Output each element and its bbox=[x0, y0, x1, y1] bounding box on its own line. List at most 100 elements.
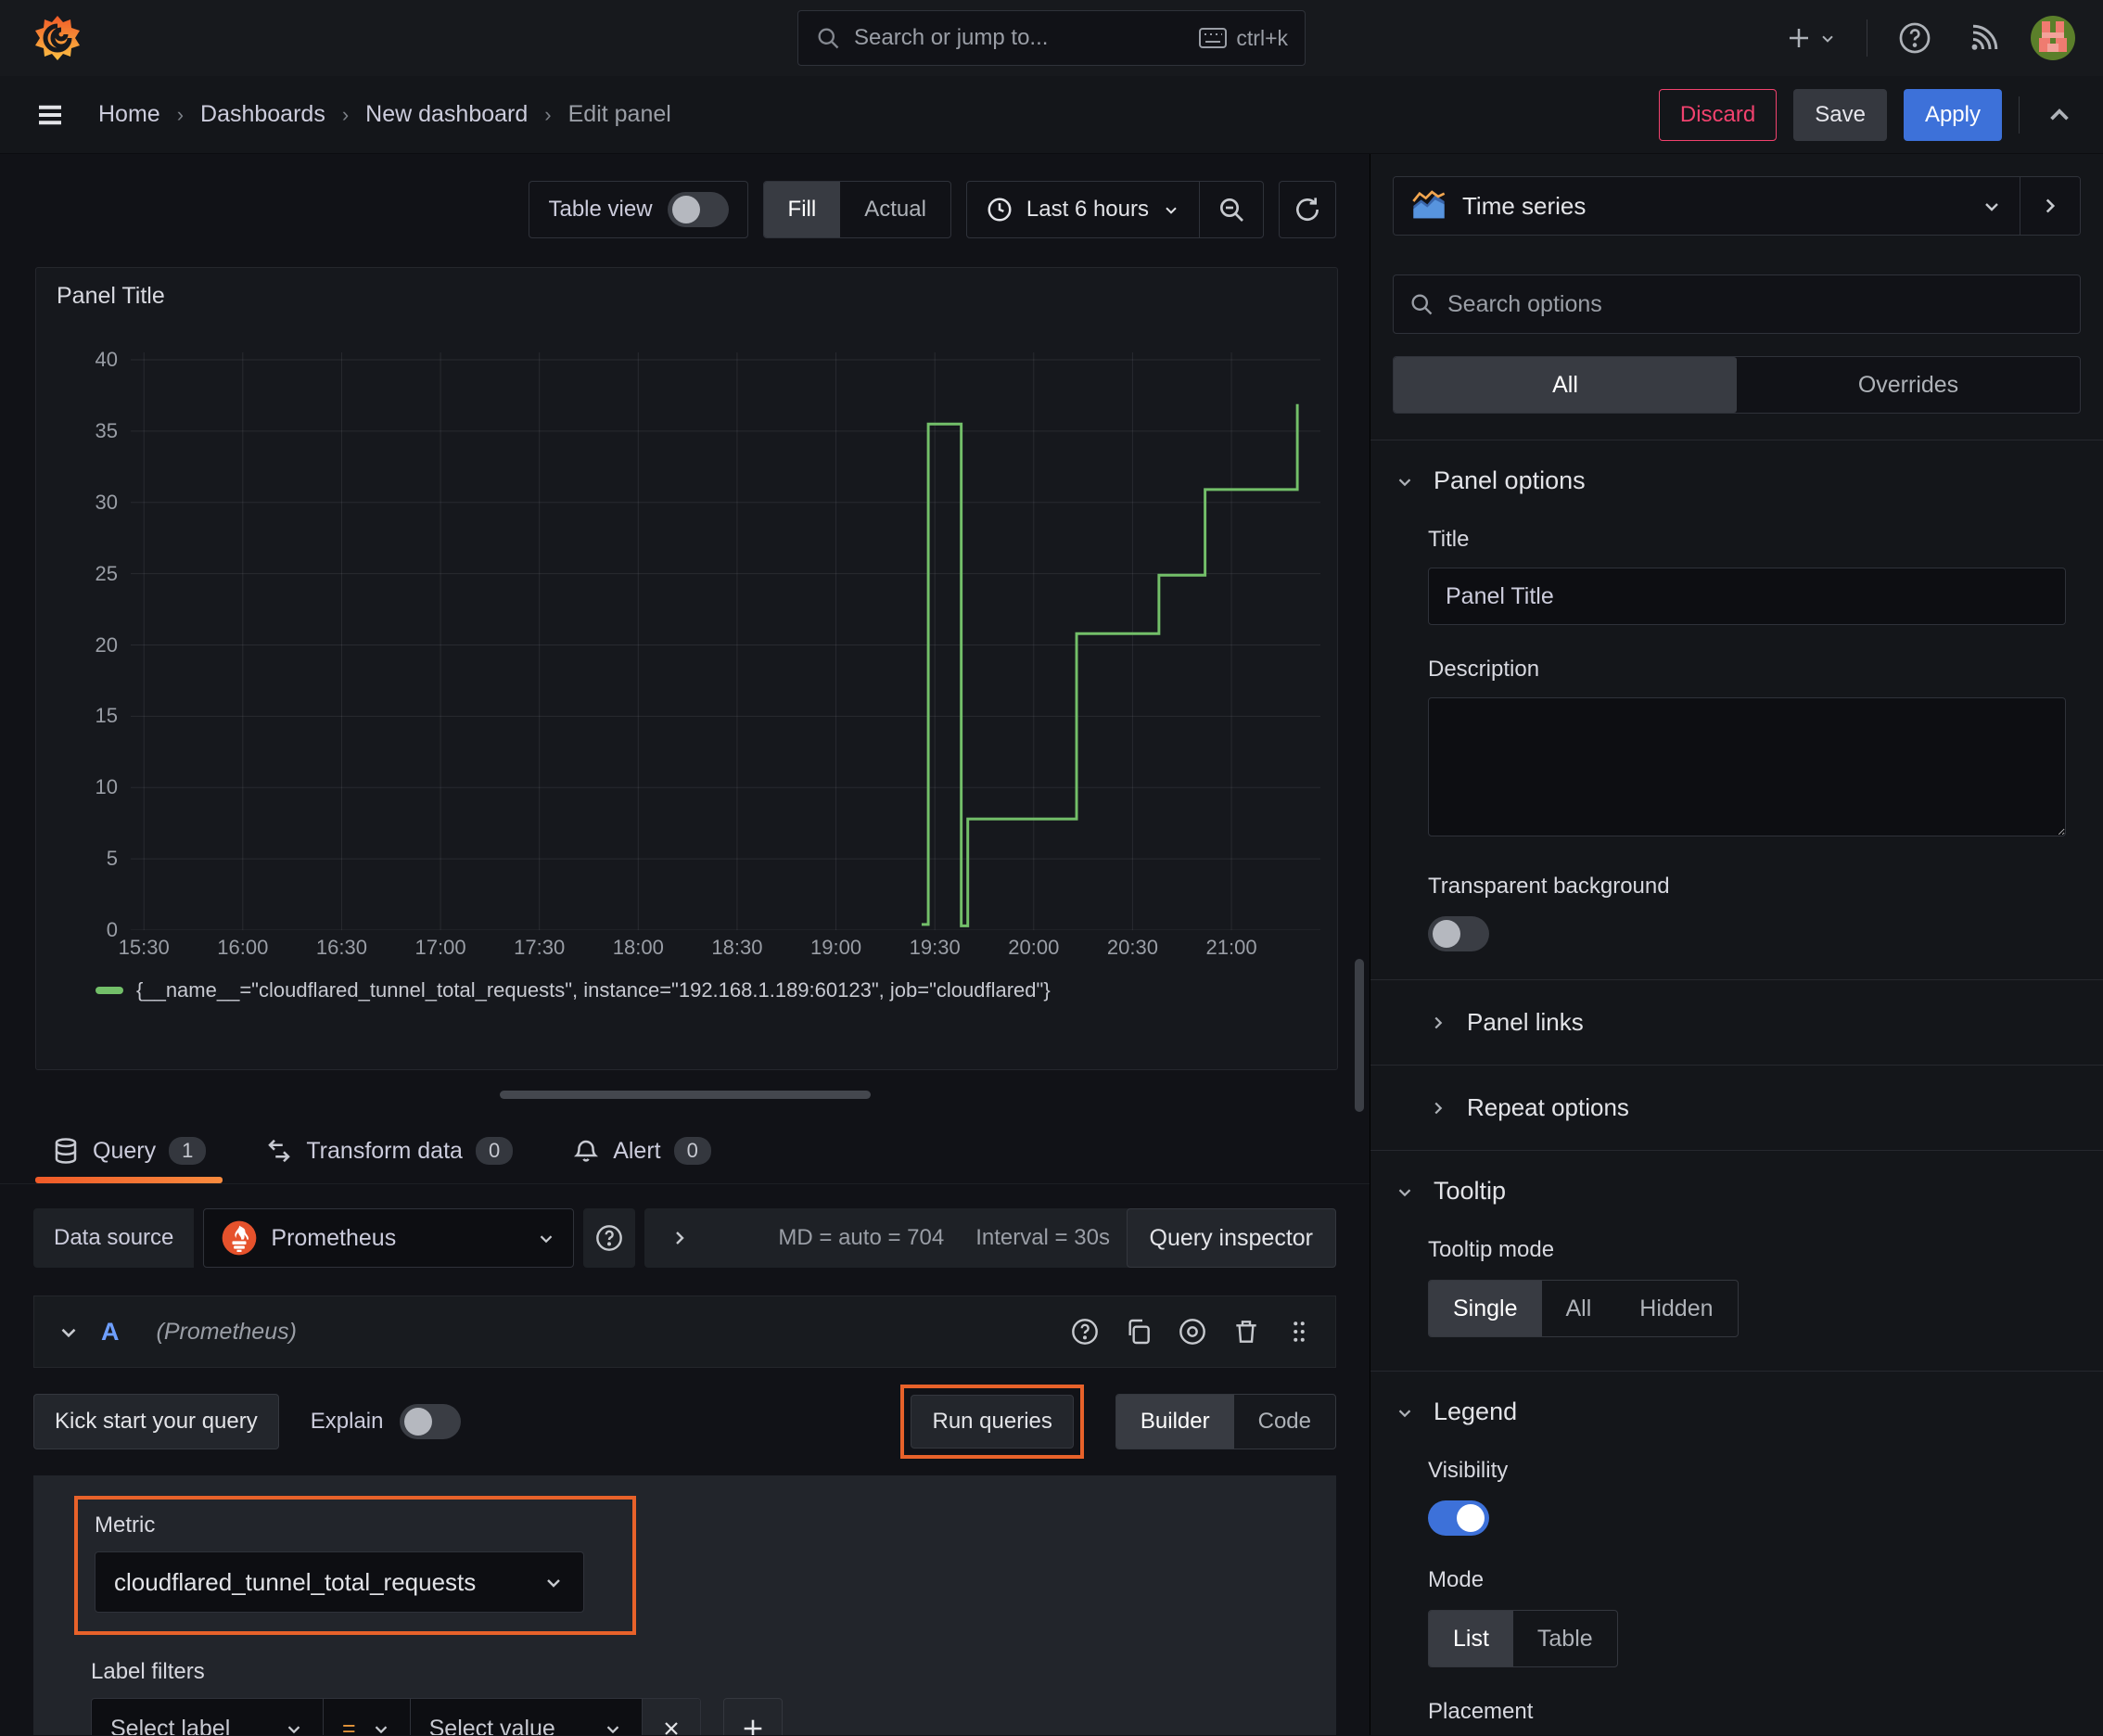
query-row-header[interactable]: A (Prometheus) bbox=[33, 1296, 1336, 1368]
chevron-right-icon: › bbox=[176, 102, 185, 126]
remove-filter-button[interactable] bbox=[642, 1699, 700, 1735]
tooltip-hidden-option[interactable]: Hidden bbox=[1615, 1281, 1737, 1336]
datasource-select[interactable]: Prometheus bbox=[203, 1208, 575, 1268]
news-button[interactable] bbox=[1962, 16, 2007, 60]
chevron-right-icon bbox=[1434, 1016, 1443, 1028]
repeat-options-section-header[interactable]: Repeat options bbox=[1370, 1065, 2103, 1151]
series-label[interactable]: {__name__="cloudflared_tunnel_total_requ… bbox=[136, 978, 1051, 1002]
chevron-down-icon bbox=[1398, 478, 1411, 486]
search-icon bbox=[1411, 294, 1433, 315]
panel-toolbar: Table view Fill Actual Last 6 hours bbox=[0, 154, 1370, 243]
table-view-toggle[interactable] bbox=[667, 192, 729, 227]
chart-legend[interactable]: {__name__="cloudflared_tunnel_total_requ… bbox=[96, 978, 1337, 1002]
tab-transform-data[interactable]: Transform data 0 bbox=[265, 1137, 514, 1183]
query-help-icon[interactable] bbox=[1070, 1317, 1100, 1347]
time-picker: Last 6 hours bbox=[965, 181, 1264, 238]
query-toolbar: Kick start your query Explain Run querie… bbox=[33, 1368, 1336, 1475]
tooltip-all-option[interactable]: All bbox=[1542, 1281, 1616, 1336]
y-tick-label: 20 bbox=[95, 632, 118, 657]
save-button[interactable]: Save bbox=[1793, 88, 1887, 141]
panel-links-section-header[interactable]: Panel links bbox=[1370, 979, 2103, 1065]
disable-query-icon[interactable] bbox=[1178, 1317, 1207, 1347]
tab-query[interactable]: Query 1 bbox=[34, 1137, 223, 1183]
help-button[interactable] bbox=[1892, 15, 1938, 61]
duplicate-query-icon[interactable] bbox=[1124, 1317, 1153, 1347]
user-avatar[interactable] bbox=[2031, 16, 2075, 60]
datasource-row: Data source Prometheus MD = auto = 704 I… bbox=[33, 1208, 1336, 1268]
x-tick-label: 19:00 bbox=[810, 936, 862, 959]
run-queries-button[interactable]: Run queries bbox=[911, 1395, 1074, 1449]
legend-mode-list[interactable]: List bbox=[1429, 1611, 1513, 1666]
apply-button[interactable]: Apply bbox=[1903, 88, 2002, 141]
grafana-logo-icon[interactable] bbox=[33, 14, 82, 62]
close-icon bbox=[664, 1722, 678, 1735]
builder-option[interactable]: Builder bbox=[1115, 1395, 1234, 1449]
breadcrumb-new-dashboard[interactable]: New dashboard bbox=[365, 101, 528, 128]
editor-tabs: Query 1 Transform data 0 Alert 0 bbox=[0, 1099, 1370, 1184]
time-range-button[interactable]: Last 6 hours bbox=[967, 182, 1199, 237]
panel-description-textarea[interactable] bbox=[1428, 697, 2066, 836]
bell-icon bbox=[574, 1140, 599, 1162]
datasource-name: Prometheus bbox=[271, 1224, 397, 1251]
collapse-options-button[interactable] bbox=[2044, 99, 2075, 131]
pane-resize-handle[interactable] bbox=[499, 1091, 871, 1099]
tab-alert[interactable]: Alert 0 bbox=[572, 1137, 711, 1183]
legend-mode-control: List Table bbox=[1428, 1610, 1618, 1667]
transparent-bg-toggle[interactable] bbox=[1428, 916, 1489, 951]
options-search-input[interactable] bbox=[1447, 290, 2065, 318]
tooltip-single-option[interactable]: Single bbox=[1429, 1281, 1542, 1336]
max-data-points: MD = auto = 704 bbox=[778, 1225, 945, 1250]
refresh-button[interactable] bbox=[1279, 181, 1336, 238]
y-tick-label: 40 bbox=[95, 348, 118, 371]
visualization-picker[interactable]: Time series bbox=[1394, 177, 2020, 235]
plot-area[interactable] bbox=[131, 351, 1320, 930]
query-inspector-button[interactable]: Query inspector bbox=[1126, 1208, 1336, 1268]
breadcrumb-dashboards[interactable]: Dashboards bbox=[200, 101, 325, 128]
x-tick-label: 16:30 bbox=[315, 936, 367, 959]
drag-handle-icon[interactable] bbox=[1285, 1318, 1313, 1346]
discard-button[interactable]: Discard bbox=[1658, 88, 1778, 141]
viz-suggestions-button[interactable] bbox=[2020, 177, 2080, 235]
breadcrumb-home[interactable]: Home bbox=[98, 101, 160, 128]
query-ref-id: A bbox=[101, 1317, 120, 1346]
plus-icon bbox=[1790, 29, 1808, 47]
tooltip-section-header[interactable]: Tooltip bbox=[1370, 1151, 2103, 1206]
global-search-input[interactable]: Search or jump to... ctrl+k bbox=[797, 10, 1306, 66]
builder-code-group: Builder Code bbox=[1115, 1394, 1336, 1449]
select-label-dropdown[interactable]: Select label bbox=[92, 1699, 324, 1735]
actual-option[interactable]: Actual bbox=[840, 182, 950, 237]
panel-title-input[interactable] bbox=[1428, 568, 2066, 625]
delete-query-icon[interactable] bbox=[1231, 1317, 1261, 1347]
search-placeholder: Search or jump to... bbox=[854, 25, 1049, 50]
visualization-panel[interactable]: Panel Title 0 5 10 15 20 25 30 35 40 15:30 16:00 1… bbox=[35, 267, 1338, 1070]
scrollbar-thumb[interactable] bbox=[1355, 959, 1364, 1112]
chevron-up-icon bbox=[2050, 108, 2069, 121]
explain-toggle[interactable] bbox=[400, 1404, 462, 1439]
chevron-down-icon bbox=[1822, 35, 1833, 43]
chevron-right-icon[interactable] bbox=[669, 1227, 691, 1249]
y-tick-label: 35 bbox=[95, 418, 118, 442]
timeseries-viz-icon bbox=[1412, 190, 1446, 219]
options-search[interactable] bbox=[1393, 274, 2081, 334]
datasource-help-button[interactable] bbox=[583, 1208, 636, 1268]
chevron-down-icon bbox=[1398, 1409, 1411, 1417]
kick-start-button[interactable]: Kick start your query bbox=[33, 1394, 279, 1449]
mega-menu-button[interactable] bbox=[28, 93, 72, 137]
clock-icon bbox=[988, 198, 1012, 222]
add-filter-button[interactable] bbox=[722, 1698, 783, 1735]
select-value-dropdown[interactable]: Select value bbox=[411, 1699, 643, 1735]
legend-mode-table[interactable]: Table bbox=[1513, 1611, 1617, 1666]
code-option[interactable]: Code bbox=[1234, 1395, 1335, 1449]
operator-dropdown[interactable]: = bbox=[324, 1699, 411, 1735]
chevron-down-icon[interactable] bbox=[57, 1320, 81, 1344]
tab-overrides[interactable]: Overrides bbox=[1737, 357, 2080, 413]
x-axis: 15:30 16:00 16:30 17:00 17:30 18:00 18:30 19:00… bbox=[119, 936, 1320, 969]
tab-all-options[interactable]: All bbox=[1394, 357, 1737, 413]
legend-section-header[interactable]: Legend bbox=[1370, 1372, 2103, 1426]
add-new-button[interactable] bbox=[1779, 19, 1842, 57]
legend-visibility-toggle[interactable] bbox=[1428, 1500, 1489, 1536]
fill-option[interactable]: Fill bbox=[763, 182, 841, 237]
metric-select[interactable]: cloudflared_tunnel_total_requests bbox=[95, 1551, 584, 1613]
panel-options-section-header[interactable]: Panel options bbox=[1370, 440, 2103, 495]
zoom-out-button[interactable] bbox=[1199, 182, 1263, 237]
